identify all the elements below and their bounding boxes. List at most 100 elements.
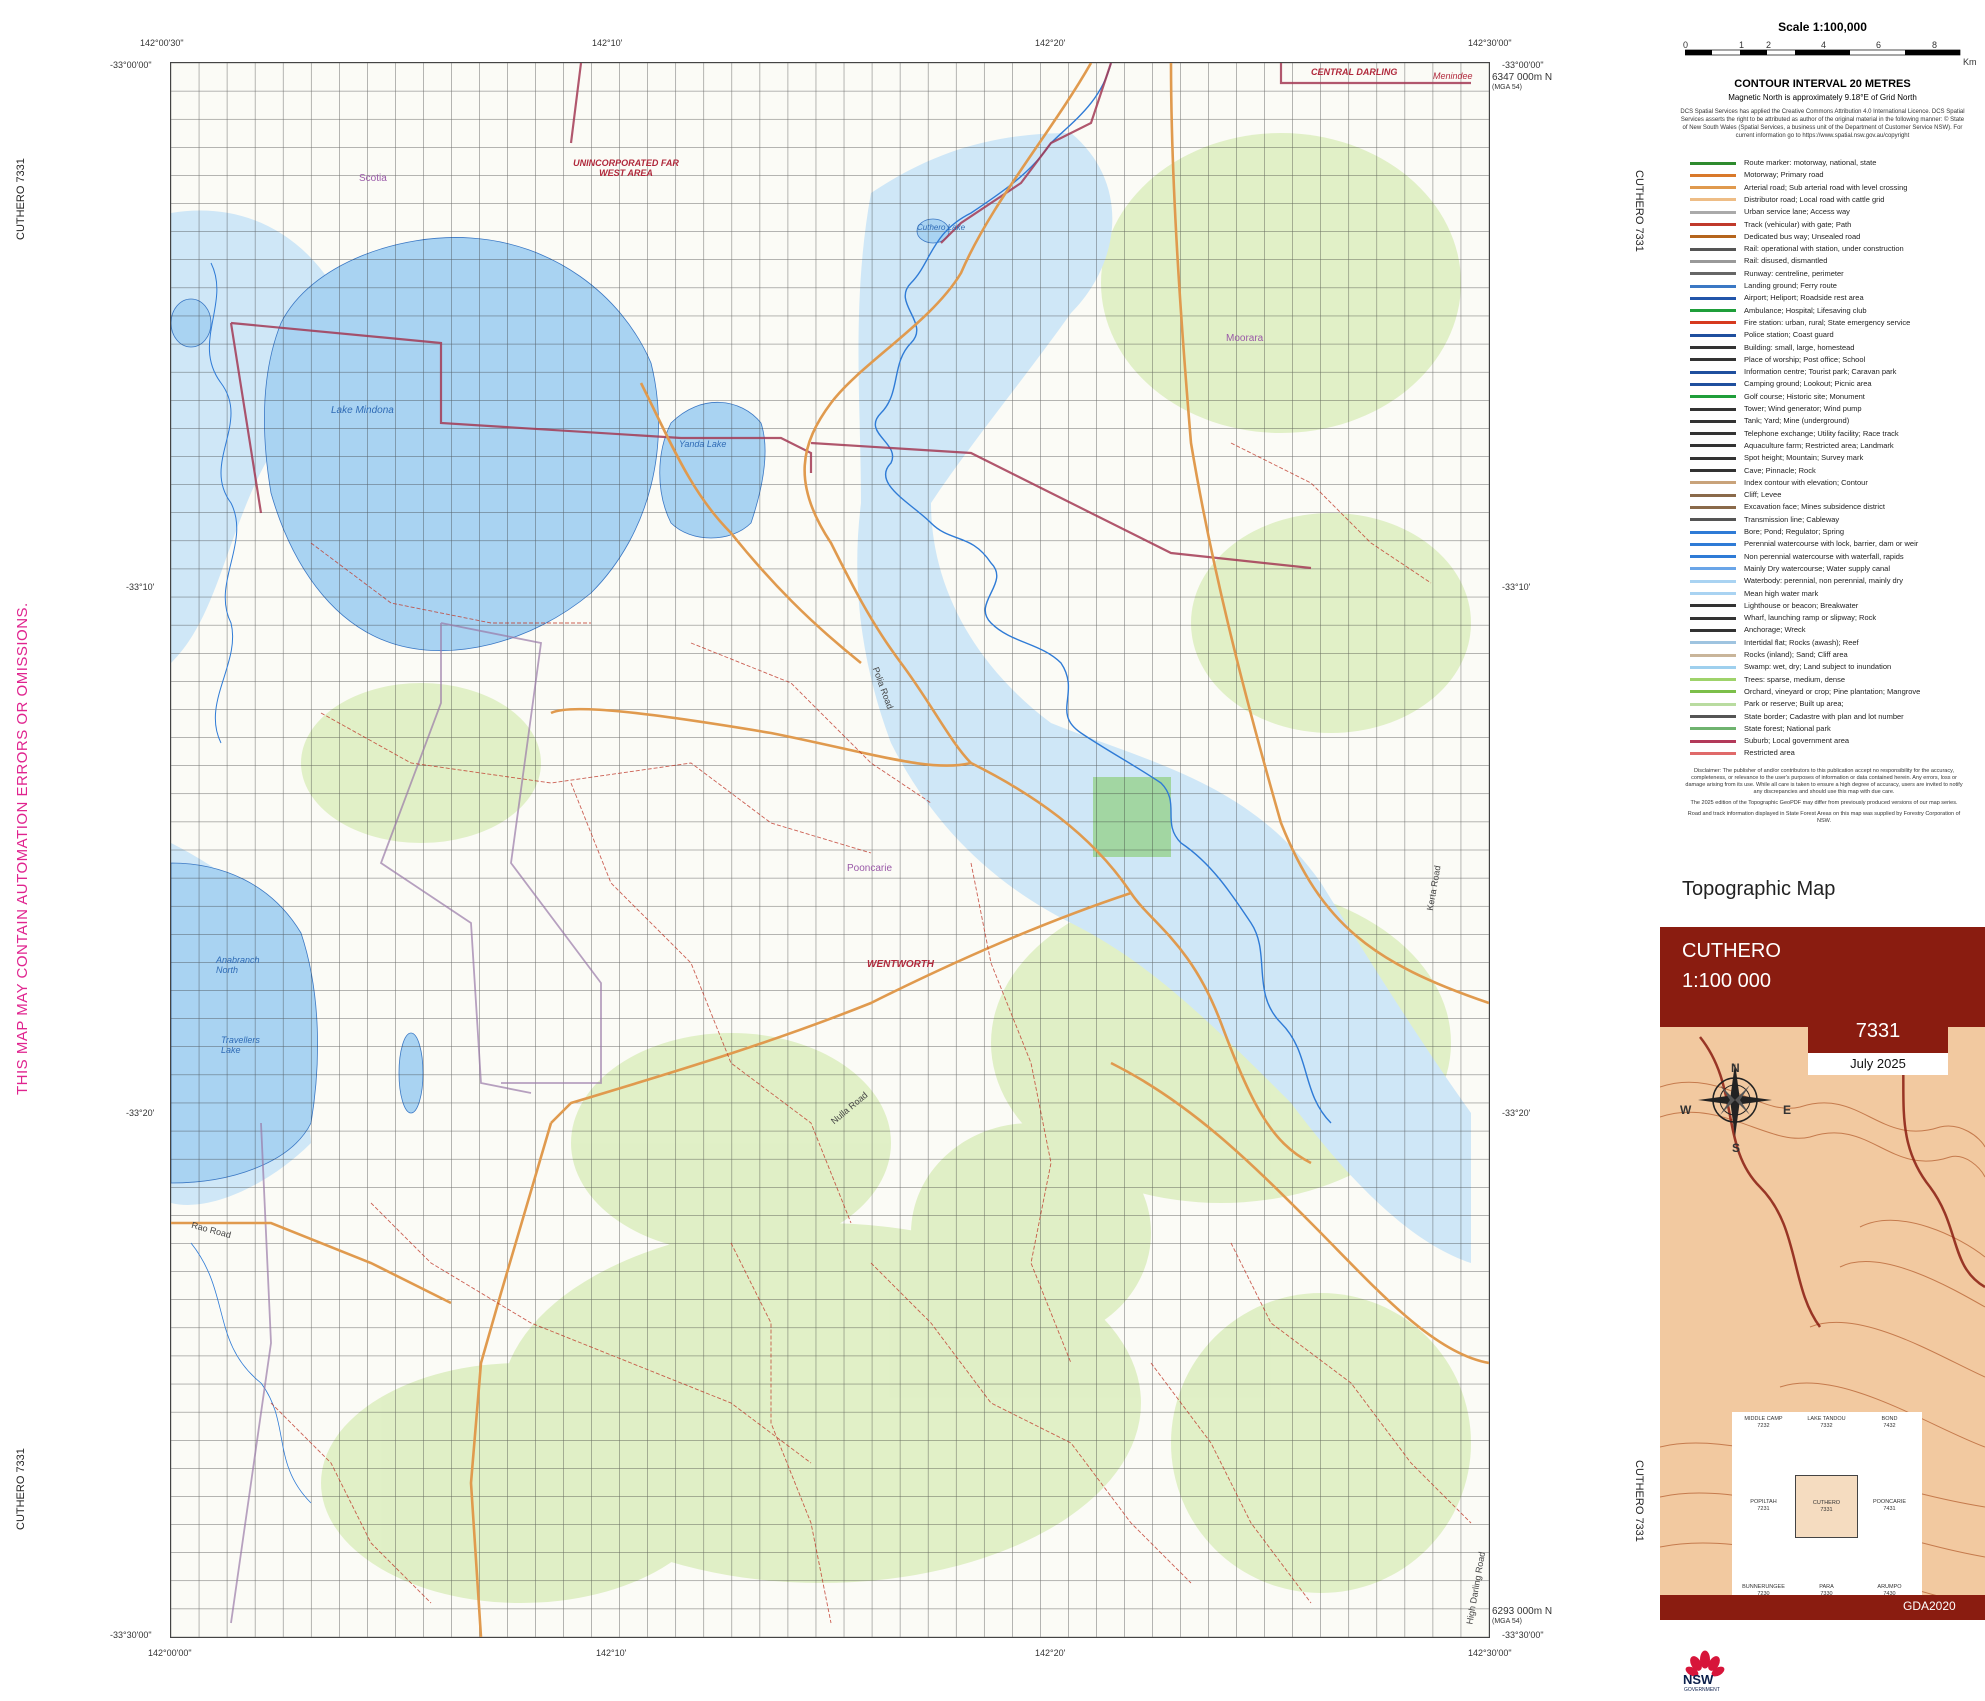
park-area <box>1093 777 1171 857</box>
legend-row: Mainly Dry watercourse; Water supply can… <box>1690 564 1890 576</box>
label-menindee: Menindee <box>1433 71 1473 81</box>
legend-label: Telephone exchange; Utility facility; Ra… <box>1744 428 1899 438</box>
index-num: 7432 <box>1883 1423 1896 1429</box>
legend-row: Lighthouse or beacon; Breakwater <box>1690 601 1858 613</box>
label-cuthero-lake: Cuthero Lake <box>917 223 966 232</box>
magnetic-note: Magnetic North is approximately 9.18°E o… <box>1728 93 1917 102</box>
legend-row: Ambulance; Hospital; Lifesaving club <box>1690 306 1867 318</box>
scale-tick-4: 4 <box>1821 40 1827 50</box>
label-central-darling: CENTRAL DARLING <box>1311 67 1398 77</box>
legend-label: Ambulance; Hospital; Lifesaving club <box>1744 305 1867 315</box>
legend-symbol <box>1690 737 1736 746</box>
lon-bottom-mid1: 142°10' <box>596 1648 627 1658</box>
nsw-wordmark: NSW <box>1683 1672 1714 1687</box>
lat-10-left: -33°10' <box>126 582 155 592</box>
index-num: 7331 <box>1820 1507 1833 1513</box>
legend-label: Route marker: motorway, national, state <box>1744 158 1877 167</box>
legend-symbol <box>1690 491 1736 500</box>
legend-row: Aquaculture farm; Restricted area; Landm… <box>1690 441 1894 453</box>
legend-symbol <box>1690 405 1736 414</box>
legend-label: Tank; Yard; Mine (underground) <box>1744 416 1850 426</box>
legend-label: Index contour with elevation; Contour <box>1744 477 1868 487</box>
edition-date: July 2025 <box>1808 1053 1948 1075</box>
legend-label: Building: small, large, homestead <box>1744 342 1855 352</box>
legend-symbol <box>1690 528 1736 537</box>
automation-warning: THIS MAP MAY CONTAIN AUTOMATION ERRORS O… <box>14 602 31 1095</box>
legend-row: Landing ground; Ferry route <box>1690 281 1837 293</box>
legend-row: Rail: operational with station, under co… <box>1690 244 1904 256</box>
legend-label: Anchorage; Wreck <box>1744 625 1806 635</box>
legend-symbol <box>1690 700 1736 709</box>
legend-label: Cave; Pinnacle; Rock <box>1744 465 1816 475</box>
legend-label: Orchard, vineyard or crop; Pine plantati… <box>1744 686 1921 696</box>
scale-tick-1: 1 <box>1739 40 1745 50</box>
legend-symbol <box>1690 343 1736 352</box>
legend-row: Golf course; Historic site; Monument <box>1690 392 1865 404</box>
map-frame[interactable]: Lake Mindona Yanda Lake Cuthero Lake Ana… <box>170 62 1490 1638</box>
legend-symbol <box>1690 589 1736 598</box>
lat-20-left: -33°20' <box>126 1108 155 1118</box>
legend-label: Transmission line; Cableway <box>1744 514 1840 524</box>
legend-label: Distributor road; Local road with cattle… <box>1744 194 1885 204</box>
compass-w: W <box>1680 1103 1692 1117</box>
legend-label: Intertidal flat; Rocks (awash); Reef <box>1744 637 1859 647</box>
index-name: MIDDLE CAMP <box>1744 1416 1783 1422</box>
legend-row: Route marker: motorway, national, state <box>1690 158 1876 170</box>
sheet-number: 7331 <box>1808 1009 1948 1053</box>
legend-label: Landing ground; Ferry route <box>1744 281 1837 290</box>
index-name: LAKE TANDOU <box>1807 1416 1846 1422</box>
legend-row: Information centre; Tourist park; Carava… <box>1690 367 1896 379</box>
northing-top: 6347 000m N <box>1492 72 1553 83</box>
legend-symbol <box>1690 208 1736 217</box>
index-cell: BOND 7432 <box>1858 1412 1921 1475</box>
index-name: CUTHERO <box>1812 1500 1841 1506</box>
lat-bottom-right: -33°30'00" <box>1502 1630 1544 1640</box>
legend-label: Rail: operational with station, under co… <box>1744 244 1904 254</box>
legend-symbol <box>1690 454 1736 463</box>
label-scotia: Scotia <box>359 173 387 184</box>
legend-label: Tower; Wind generator; Wind pump <box>1744 404 1862 413</box>
legend-symbol <box>1690 687 1736 696</box>
legend-label: Bore; Pond; Regulator; Spring <box>1744 527 1845 536</box>
lat-top-right: -33°00'00" <box>1502 60 1544 70</box>
legend-row: Non perennial watercourse with waterfall… <box>1690 552 1904 564</box>
legend-label: State forest; National park <box>1744 723 1831 733</box>
side-title-left-top: CUTHERO 7331 <box>15 158 27 240</box>
legend-label: Track (vehicular) with gate; Path <box>1744 219 1852 229</box>
legend-symbol <box>1690 724 1736 733</box>
lakes-layer <box>171 218 950 1184</box>
legend-symbol <box>1690 392 1736 401</box>
legend-symbol <box>1690 195 1736 204</box>
compass-n: N <box>1731 1061 1740 1075</box>
legend-symbol <box>1690 183 1736 192</box>
scale-title: Scale 1:100,000 <box>1778 20 1867 34</box>
legend-row: State border; Cadastre with plan and lot… <box>1690 712 1904 724</box>
legend-symbol <box>1690 282 1736 291</box>
legend-row: Track (vehicular) with gate; Path <box>1690 220 1851 232</box>
legend-symbol <box>1690 651 1736 660</box>
map-sheet: CUTHERO 7331 CUTHERO 7331 CUTHERO 7331 C… <box>0 0 1660 1701</box>
legend-label: Waterbody: perennial, non perennial, mai… <box>1744 576 1903 586</box>
compass-e: E <box>1783 1103 1792 1117</box>
legend-symbol <box>1690 663 1736 672</box>
legend-label: Dedicated bus way; Unsealed road <box>1744 231 1861 241</box>
northing-bottom: 6293 000m N <box>1492 1606 1553 1617</box>
legend-label: Wharf, launching ramp or slipway; Rock <box>1744 613 1877 623</box>
label-anabranch-north: Anabranch North <box>216 955 260 975</box>
legend-row: Perennial watercourse with lock, barrier… <box>1690 539 1918 551</box>
lon-top-mid2: 142°20' <box>1035 38 1066 48</box>
lon-bottom-left: 142°00'00" <box>148 1648 192 1658</box>
legend-symbol <box>1690 429 1736 438</box>
legend-symbol <box>1690 368 1736 377</box>
legend-row: Telephone exchange; Utility facility; Ra… <box>1690 429 1899 441</box>
label-lake-mindona: Lake Mindona <box>331 405 394 416</box>
legend-row: Runway: centreline, perimeter <box>1690 269 1844 281</box>
legend-label: Aquaculture farm; Restricted area; Landm… <box>1744 440 1894 450</box>
scale-tick-2: 2 <box>1766 40 1772 50</box>
disclaimer-edition: The 2025 edition of the Topographic GeoP… <box>1690 800 1958 806</box>
legend-label: Lighthouse or beacon; Breakwater <box>1744 600 1859 610</box>
index-name: POPILTAH <box>1750 1499 1777 1505</box>
legend-symbol <box>1690 294 1736 303</box>
index-cell: POONCARIE 7431 <box>1858 1475 1921 1538</box>
index-num: 7332 <box>1820 1423 1833 1429</box>
